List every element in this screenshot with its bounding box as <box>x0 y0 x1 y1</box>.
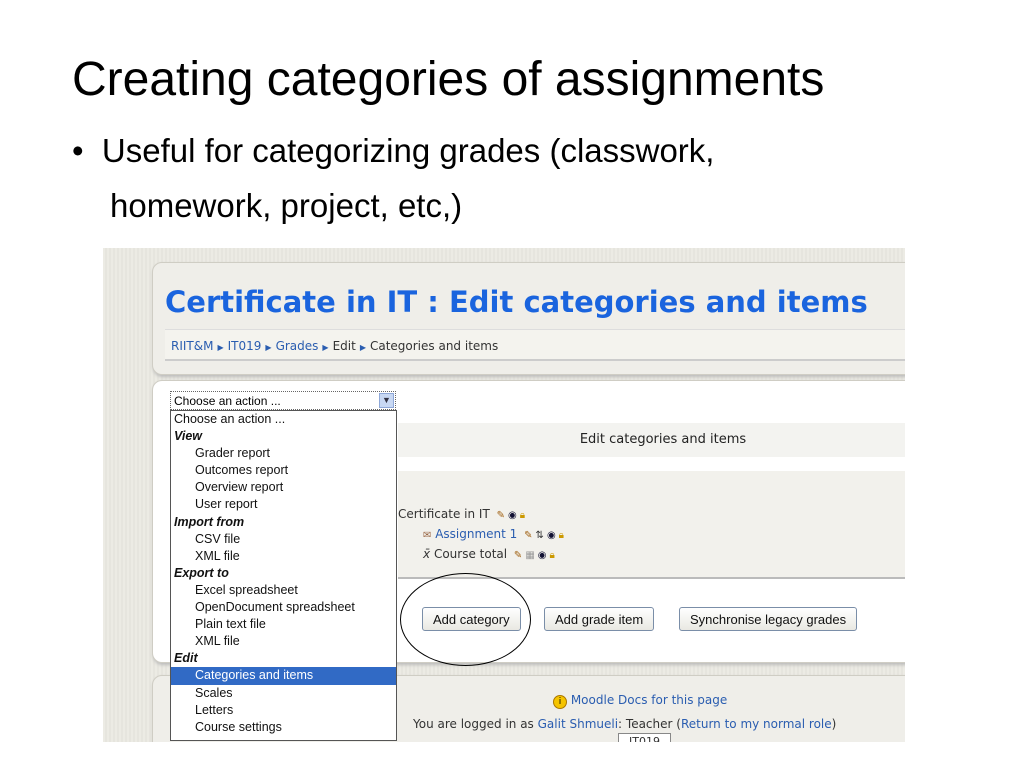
dropdown-option[interactable]: CSV file <box>171 531 396 548</box>
dropdown-group-label: View <box>174 429 203 444</box>
role-text: : Teacher ( <box>618 717 681 731</box>
breadcrumb-arrow-icon: ▶ <box>265 343 272 352</box>
login-prefix: You are logged in as <box>413 717 538 731</box>
dropdown-option[interactable]: Scales <box>171 685 396 702</box>
slide-title: Creating categories of assignments <box>72 53 825 106</box>
breadcrumb: RIIT&M ▶ IT019 ▶ Grades ▶ Edit ▶ Categories and … <box>165 329 905 361</box>
dropdown-option[interactable]: Plain text file <box>171 616 396 633</box>
grade-tree: Certificate in IT ✎ ◉ 🔒︎ ✉ Assignment 1 ✎ ⇅… <box>398 471 905 579</box>
dropdown-option[interactable]: Excel spreadsheet <box>171 582 396 599</box>
lock-icon[interactable]: 🔒︎ <box>559 530 564 541</box>
bullet-text-line1: Useful for categorizing grades (classwor… <box>101 132 715 169</box>
eye-icon[interactable]: ◉ <box>547 530 556 541</box>
breadcrumb-grades[interactable]: Grades <box>276 339 319 353</box>
category-name: Certificate in IT <box>398 507 490 521</box>
dropdown-group-label: Export to <box>174 565 229 580</box>
bullet-point: • Useful for categorizing grades (classw… <box>72 132 715 169</box>
section-header: Edit categories and items <box>398 423 905 457</box>
lock-icon[interactable]: 🔒︎ <box>520 510 525 521</box>
info-icon: i <box>553 695 567 709</box>
dropdown-group-label: Edit <box>174 651 198 666</box>
dropdown-option[interactable]: Choose an action ... <box>171 411 396 428</box>
assignment-link[interactable]: Assignment 1 <box>435 527 517 541</box>
bullet-text-line2: homework, project, etc,) <box>110 187 463 224</box>
move-icon[interactable]: ⇅ <box>536 530 544 541</box>
course-code-link[interactable]: IT019 <box>618 733 671 742</box>
action-dropdown-list[interactable]: Choose an action ... View Grader report Out… <box>170 410 397 741</box>
dropdown-option[interactable]: XML file <box>171 633 396 650</box>
tree-assignment-row: ✉ Assignment 1 ✎ ⇅ ◉ 🔒︎ <box>420 527 564 541</box>
calculator-icon[interactable]: ▦ <box>525 550 534 561</box>
eye-icon[interactable]: ◉ <box>508 510 517 521</box>
tree-total-row: x̄ Course total ✎ ▦ ◉ 🔒︎ <box>420 547 555 561</box>
moodle-screenshot: Certificate in IT : Edit categories and … <box>103 248 905 742</box>
page-heading: Certificate in IT : Edit categories and … <box>165 285 868 319</box>
user-link[interactable]: Galit Shmueli <box>538 717 618 731</box>
highlight-circle <box>400 573 531 666</box>
breadcrumb-current: Categories and items <box>369 339 499 353</box>
header-panel: Certificate in IT : Edit categories and … <box>152 262 905 375</box>
lock-icon[interactable]: 🔒︎ <box>550 550 555 561</box>
moodle-docs-link[interactable]: Moodle Docs for this page <box>571 693 727 707</box>
breadcrumb-riitm[interactable]: RIIT&M <box>171 339 213 353</box>
action-select[interactable]: Choose an action ... ▼ <box>170 391 396 410</box>
dropdown-option[interactable]: Categories and items <box>171 667 396 685</box>
dropdown-group-label: Import from <box>174 514 245 529</box>
sum-icon: x̄ <box>423 547 431 561</box>
docs-link-row: i Moodle Docs for this page <box>553 693 727 709</box>
close-paren: ) <box>831 717 837 731</box>
dropdown-option[interactable]: User report <box>171 496 396 513</box>
assignment-icon: ✉ <box>423 530 432 541</box>
dropdown-option[interactable]: Outcomes report <box>171 462 396 479</box>
tree-category-row: Certificate in IT ✎ ◉ 🔒︎ <box>398 507 525 521</box>
breadcrumb-arrow-icon: ▶ <box>217 343 224 352</box>
action-select-value: Choose an action ... <box>174 394 281 408</box>
breadcrumb-arrow-icon: ▶ <box>322 343 329 352</box>
login-info: You are logged in as Galit Shmueli: Teac… <box>413 717 836 731</box>
course-total-label: Course total <box>433 547 508 561</box>
dropdown-option[interactable]: Course settings <box>171 719 396 736</box>
synchronise-legacy-grades-button[interactable]: Synchronise legacy grades <box>679 607 858 631</box>
edit-icon[interactable]: ✎ <box>497 510 505 521</box>
breadcrumb-edit: Edit <box>332 339 356 353</box>
breadcrumb-it019[interactable]: IT019 <box>228 339 262 353</box>
dropdown-option[interactable]: XML file <box>171 548 396 565</box>
eye-icon[interactable]: ◉ <box>538 550 547 561</box>
return-role-link[interactable]: Return to my normal role <box>681 717 832 731</box>
dropdown-option[interactable]: Grader report <box>171 445 396 462</box>
breadcrumb-arrow-icon: ▶ <box>359 343 366 352</box>
edit-icon[interactable]: ✎ <box>514 550 522 561</box>
dropdown-option[interactable]: OpenDocument spreadsheet <box>171 599 396 616</box>
add-grade-item-button[interactable]: Add grade item <box>544 607 655 631</box>
chevron-down-icon[interactable]: ▼ <box>379 393 394 408</box>
dropdown-option[interactable]: Letters <box>171 702 396 719</box>
edit-icon[interactable]: ✎ <box>524 530 532 541</box>
dropdown-option[interactable]: Overview report <box>171 479 396 496</box>
